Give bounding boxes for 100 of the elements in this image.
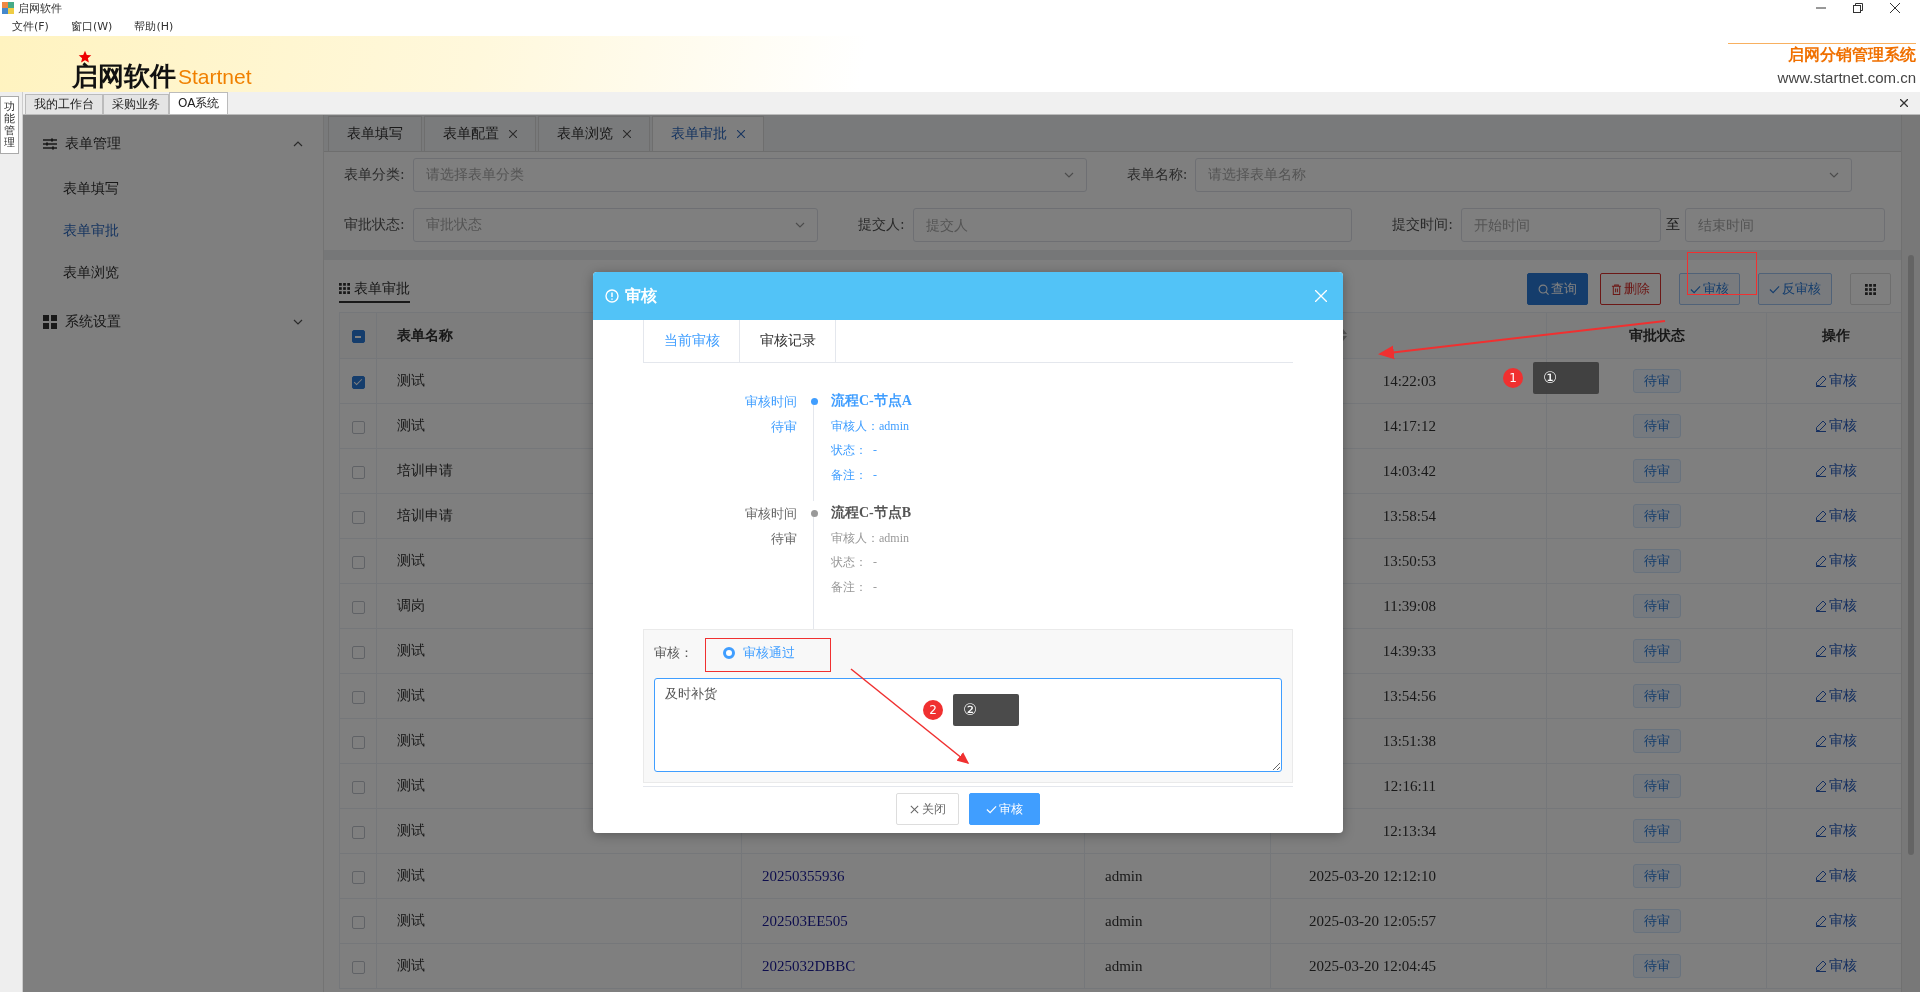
row-checkbox[interactable] bbox=[351, 465, 365, 479]
header-checkbox[interactable] bbox=[351, 330, 365, 343]
table-cell: 测试 bbox=[376, 853, 742, 899]
pencil-icon bbox=[1814, 915, 1827, 927]
logo-text: 启网软件 bbox=[72, 63, 176, 90]
sidebar-group[interactable]: 表单管理 bbox=[23, 121, 323, 167]
filter-label: 表单名称: bbox=[1126, 166, 1188, 184]
confirm-button[interactable]: 审核 bbox=[969, 793, 1040, 825]
panel-title: 表单审批 bbox=[354, 279, 410, 298]
timeline-status: 待审 bbox=[771, 530, 797, 548]
table-cell: admin bbox=[1084, 943, 1271, 989]
sidebar-item[interactable]: 表单浏览 bbox=[23, 251, 323, 293]
menu-item[interactable]: 窗口(W) bbox=[70, 18, 113, 34]
menu-item[interactable]: 帮助(H) bbox=[134, 18, 174, 34]
row-checkbox[interactable] bbox=[351, 375, 365, 389]
review-link[interactable]: 审核 bbox=[1814, 867, 1857, 885]
row-checkbox[interactable] bbox=[351, 870, 365, 884]
pencil-icon bbox=[1814, 960, 1827, 972]
annotation-tooltip: ① bbox=[1533, 362, 1599, 394]
status-tag: 待审 bbox=[1632, 414, 1681, 438]
status-tag: 待审 bbox=[1632, 819, 1681, 843]
review-link[interactable]: 审核 bbox=[1814, 957, 1857, 975]
sidebar-item[interactable]: 表单审批 bbox=[23, 209, 323, 251]
form-number-link[interactable]: 2025032DBBC bbox=[762, 957, 856, 974]
pencil-icon bbox=[1814, 780, 1827, 792]
filter-label: 审批状态: bbox=[344, 216, 405, 234]
review-link[interactable]: 审核 bbox=[1814, 417, 1857, 435]
row-checkbox[interactable] bbox=[351, 915, 365, 929]
side-strip-tab[interactable]: 功能管理 bbox=[0, 96, 19, 155]
review-link[interactable]: 审核 bbox=[1814, 372, 1857, 390]
row-checkbox[interactable] bbox=[351, 555, 365, 569]
status-tag: 待审 bbox=[1632, 684, 1681, 708]
page-tab-label: 表单审批 bbox=[671, 125, 727, 143]
top-tab[interactable]: 采购业务 bbox=[103, 94, 169, 114]
row-checkbox[interactable] bbox=[351, 420, 365, 434]
page-tab[interactable]: 表单浏览 bbox=[538, 116, 650, 151]
status-tag: 待审 bbox=[1632, 639, 1681, 663]
dialog-title: 审核 bbox=[625, 285, 657, 307]
table-cell: 测试 bbox=[376, 943, 742, 989]
review-link[interactable]: 审核 bbox=[1814, 507, 1857, 525]
sidebar-item[interactable]: 表单填写 bbox=[23, 167, 323, 209]
table-cell: admin bbox=[1084, 853, 1271, 899]
page-tab-label: 表单配置 bbox=[443, 125, 499, 143]
timeline-time-label: 审核时间 bbox=[745, 505, 797, 523]
check-icon bbox=[1690, 283, 1701, 295]
annotation-tooltip: ② bbox=[953, 694, 1019, 726]
review-link[interactable]: 审核 bbox=[1814, 597, 1857, 615]
timeline-title: 流程C-节点B bbox=[831, 504, 913, 522]
status-tag: 待审 bbox=[1632, 594, 1681, 618]
filter-label: 表单分类: bbox=[344, 166, 405, 184]
row-checkbox[interactable] bbox=[351, 690, 365, 704]
pencil-icon bbox=[1814, 375, 1827, 387]
page-tab-label: 表单填写 bbox=[347, 125, 403, 143]
page-tab[interactable]: 表单填写 bbox=[328, 116, 422, 151]
toolbar-button[interactable]: 审核 bbox=[1679, 273, 1740, 305]
review-link[interactable]: 审核 bbox=[1814, 777, 1857, 795]
status-tag: 待审 bbox=[1632, 504, 1681, 528]
restore-icon[interactable] bbox=[1853, 3, 1863, 13]
column-settings-button[interactable] bbox=[1850, 273, 1891, 305]
close-button[interactable]: 关闭 bbox=[896, 793, 959, 825]
pencil-icon bbox=[1814, 510, 1827, 522]
toolbar-button[interactable]: 反审核 bbox=[1758, 273, 1832, 305]
row-checkbox[interactable] bbox=[351, 780, 365, 794]
form-number-link[interactable]: 20250355936 bbox=[762, 867, 845, 884]
toolbar-button[interactable]: 删除 bbox=[1600, 273, 1661, 305]
pencil-icon bbox=[1814, 645, 1827, 657]
status-tag: 待审 bbox=[1632, 954, 1681, 978]
logo-latin-text: Startnet bbox=[178, 64, 252, 90]
close-icon[interactable] bbox=[1890, 3, 1900, 13]
top-tab[interactable]: 我的工作台 bbox=[25, 94, 103, 114]
row-checkbox[interactable] bbox=[351, 825, 365, 839]
window-title: 启网软件 bbox=[18, 0, 62, 16]
row-checkbox[interactable] bbox=[351, 510, 365, 524]
page-tab[interactable]: 表单审批 bbox=[652, 116, 764, 151]
trash-icon bbox=[1611, 283, 1622, 295]
row-checkbox[interactable] bbox=[351, 645, 365, 659]
review-link[interactable]: 审核 bbox=[1814, 642, 1857, 660]
status-tag: 待审 bbox=[1632, 864, 1681, 888]
review-link[interactable]: 审核 bbox=[1814, 732, 1857, 750]
chevron-icon bbox=[795, 222, 805, 228]
form-number-link[interactable]: 202503EE505 bbox=[762, 912, 848, 929]
close-icon[interactable] bbox=[1900, 99, 1908, 107]
review-link[interactable]: 审核 bbox=[1814, 462, 1857, 480]
sidebar-group[interactable]: 系统设置 bbox=[23, 299, 323, 345]
menu-item[interactable]: 文件(F) bbox=[12, 18, 49, 34]
panel-tab[interactable]: 表单审批 bbox=[339, 275, 410, 303]
table-cell: 2025-03-20 12:05:57 bbox=[1270, 898, 1547, 944]
row-checkbox[interactable] bbox=[351, 600, 365, 614]
review-link[interactable]: 审核 bbox=[1814, 687, 1857, 705]
sidebar-group-label: 系统设置 bbox=[65, 313, 121, 331]
table-cell: admin bbox=[1084, 898, 1271, 944]
row-checkbox[interactable] bbox=[351, 960, 365, 974]
page-tab[interactable]: 表单配置 bbox=[424, 116, 536, 151]
timeline-title: 流程C-节点A bbox=[831, 392, 913, 410]
review-link[interactable]: 审核 bbox=[1814, 822, 1857, 840]
toolbar-button[interactable]: 查询 bbox=[1527, 273, 1588, 305]
review-link[interactable]: 审核 bbox=[1814, 552, 1857, 570]
review-link[interactable]: 审核 bbox=[1814, 912, 1857, 930]
row-checkbox[interactable] bbox=[351, 735, 365, 749]
top-tab[interactable]: OA系统 bbox=[169, 92, 229, 114]
